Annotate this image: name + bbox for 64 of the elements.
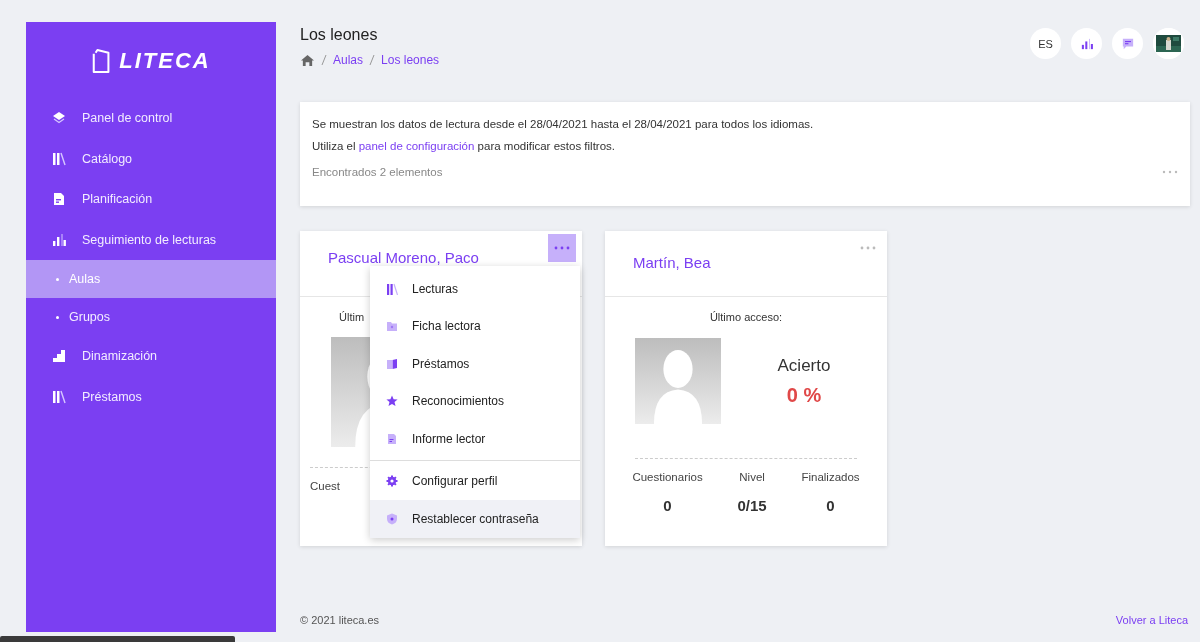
stats-button[interactable] bbox=[1071, 28, 1102, 59]
score-value: 0 % bbox=[786, 383, 822, 407]
star-icon bbox=[386, 395, 398, 408]
nav-item[interactable]: Dinamización bbox=[26, 336, 276, 377]
slash-icon bbox=[321, 54, 327, 66]
bar-chart-icon bbox=[52, 232, 66, 247]
menu-item[interactable]: Lecturas bbox=[370, 270, 580, 308]
stat-label: Cuestionarios bbox=[632, 471, 703, 483]
steps-icon bbox=[52, 349, 66, 364]
menu-item[interactable]: Restablecer contraseña bbox=[370, 500, 580, 538]
home-icon[interactable] bbox=[300, 53, 315, 67]
submenu-item[interactable]: Grupos bbox=[26, 298, 276, 336]
stat-value: 0/15 bbox=[737, 497, 767, 514]
student-name[interactable]: Martín, Bea bbox=[633, 254, 711, 271]
document-icon bbox=[386, 432, 398, 445]
more-button[interactable] bbox=[548, 234, 576, 262]
score-label: Acierto bbox=[777, 355, 831, 376]
more-icon bbox=[554, 246, 570, 250]
slash-icon bbox=[369, 54, 376, 66]
chat-icon bbox=[1121, 37, 1134, 50]
last-access-label: Último acceso: bbox=[708, 311, 784, 323]
breadcrumb-link[interactable]: Los leones bbox=[381, 53, 440, 67]
nav-item[interactable]: Préstamos bbox=[26, 376, 276, 417]
last-access-label: Últim bbox=[338, 311, 366, 323]
menu-item[interactable]: Ficha lectora bbox=[370, 307, 580, 345]
info-text: Utiliza el panel de configuración para modificar estos filtros. bbox=[312, 140, 616, 152]
bar-chart-icon bbox=[1080, 37, 1093, 50]
gear-icon bbox=[386, 475, 398, 488]
nav-item[interactable]: Seguimiento de lecturas bbox=[26, 219, 276, 260]
book-icon bbox=[386, 357, 398, 370]
shield-icon bbox=[386, 512, 398, 525]
breadcrumb-link[interactable]: Aulas bbox=[333, 53, 364, 67]
avatar-icon bbox=[635, 338, 721, 424]
nav-item[interactable]: Planificación bbox=[26, 179, 276, 220]
books-icon bbox=[52, 151, 66, 166]
nav-item[interactable]: Catálogo bbox=[26, 138, 276, 179]
messages-button[interactable] bbox=[1112, 28, 1143, 59]
stat-label: Cuest bbox=[310, 480, 341, 492]
bullet-icon bbox=[56, 315, 59, 319]
language-button[interactable]: ES bbox=[1030, 28, 1061, 59]
more-icon[interactable] bbox=[1162, 170, 1178, 174]
bullet-icon bbox=[56, 277, 59, 281]
menu-item[interactable]: Reconocimientos bbox=[370, 382, 580, 420]
menu-item[interactable]: Préstamos bbox=[370, 345, 580, 383]
menu-item[interactable]: Informe lector bbox=[370, 420, 580, 458]
logo-text: LITECA bbox=[119, 48, 211, 74]
stat-value: 0 bbox=[663, 497, 672, 514]
document-icon bbox=[52, 192, 66, 207]
stat-value: 0 bbox=[826, 497, 835, 514]
nav-item[interactable]: Panel de control bbox=[26, 98, 276, 139]
student-name[interactable]: Pascual Moreno, Paco bbox=[328, 249, 479, 266]
back-link[interactable]: Volver a Liteca bbox=[1115, 614, 1188, 626]
books-icon bbox=[52, 389, 66, 404]
books-icon bbox=[386, 282, 398, 295]
copyright-text: © 2021 liteca.es bbox=[300, 614, 380, 626]
settings-link[interactable]: panel de configuración bbox=[358, 140, 475, 152]
folder-icon bbox=[386, 320, 398, 333]
stat-label: Finalizados bbox=[801, 471, 860, 483]
results-count: Encontrados 2 elementos bbox=[312, 166, 443, 178]
menu-item[interactable]: Configurar perfil bbox=[370, 462, 580, 500]
info-text: Se muestran los datos de lectura desde el 28/04/2021 hasta el 28/04/2021 para todos los idiomas. bbox=[312, 118, 815, 130]
stat-label: Nivel bbox=[739, 471, 765, 483]
more-icon bbox=[860, 246, 876, 250]
page-title: Los leones bbox=[300, 26, 379, 44]
